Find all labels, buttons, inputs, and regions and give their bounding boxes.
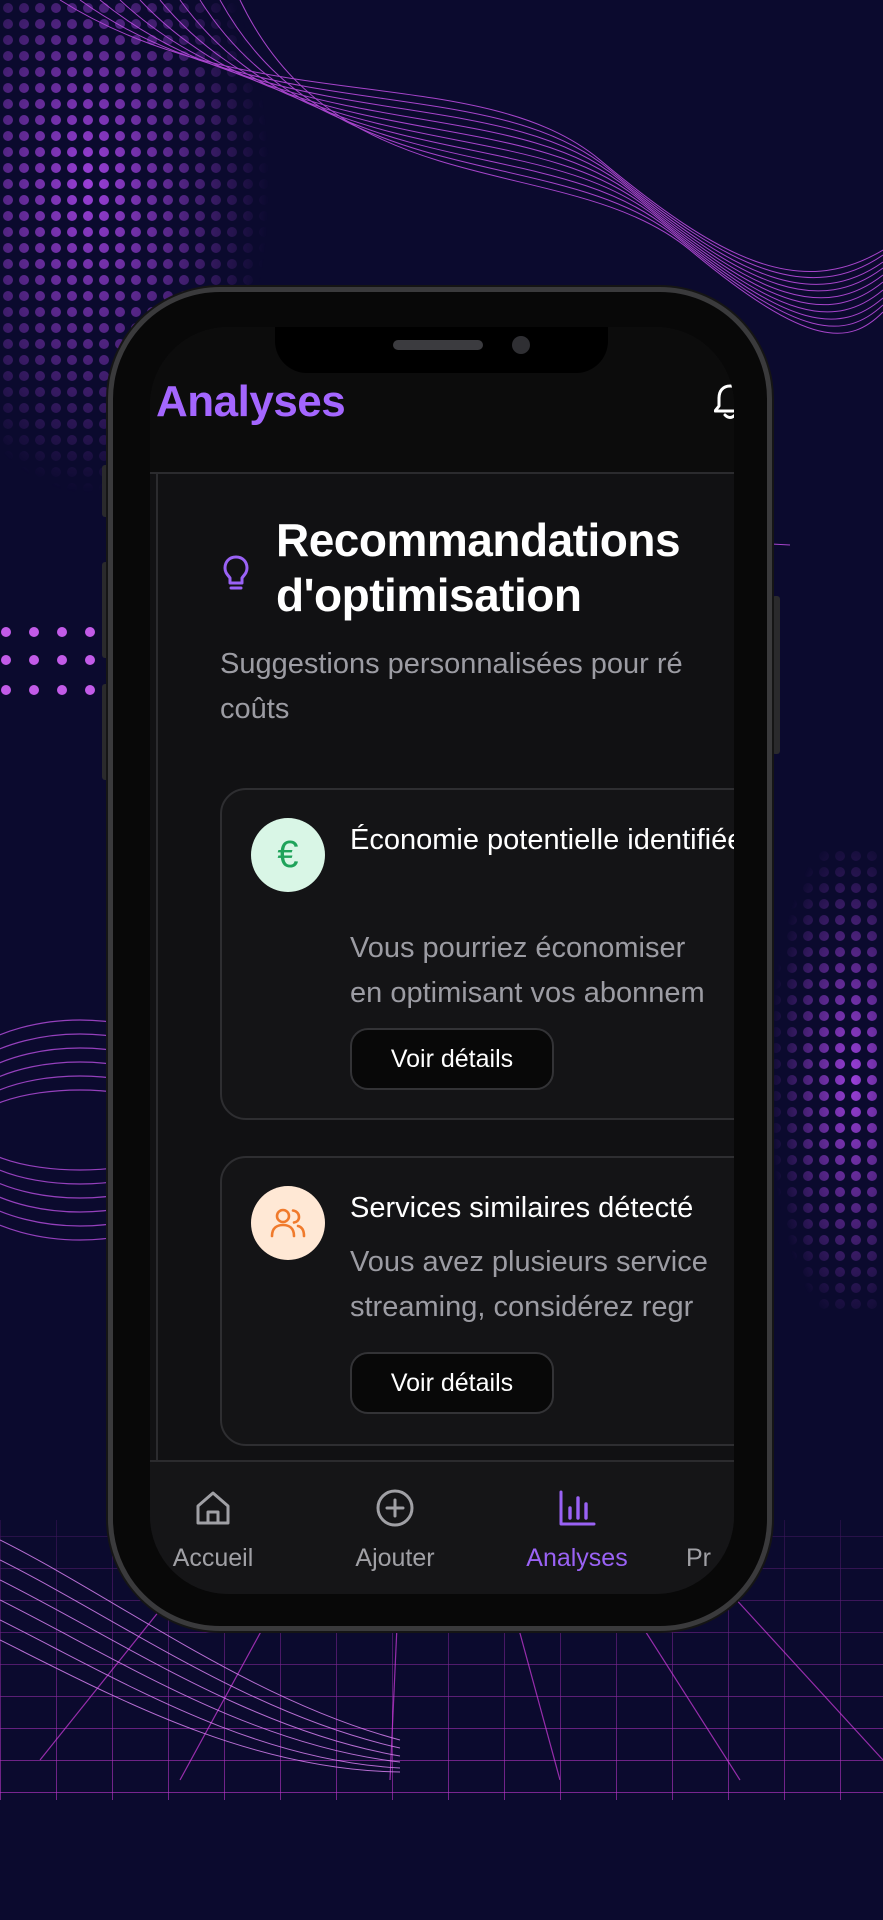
phone-power-button <box>772 596 780 754</box>
view-details-button[interactable]: Voir détails <box>350 1028 554 1090</box>
tab-accueil[interactable]: Accueil <box>150 1462 288 1594</box>
recommendation-title: Économie potentielle identifiée <box>350 824 734 856</box>
section-subtitle: Suggestions personnalisées pour ré coûts <box>220 648 683 725</box>
front-camera <box>512 336 530 354</box>
phone-notch <box>275 327 608 373</box>
main-content: Recommandations d'optimisation Suggestio… <box>150 474 734 1474</box>
recommendation-description: Vous pourriez économiser en optimisant v… <box>350 932 705 1009</box>
bar-chart-icon <box>559 1490 596 1526</box>
tab-analyses[interactable]: Analyses <box>502 1462 652 1594</box>
lightbulb-icon <box>223 555 249 590</box>
bottom-tab-bar: Accueil Ajouter Analyses Pr <box>150 1460 734 1594</box>
recommendations-card: Recommandations d'optimisation Suggestio… <box>156 474 734 1474</box>
users-icon <box>251 1186 325 1260</box>
euro-icon: € <box>251 818 325 892</box>
recommendation-title: Services similaires détecté <box>350 1192 694 1224</box>
tab-label: Accueil <box>172 1544 254 1572</box>
view-details-button[interactable]: Voir détails <box>350 1352 554 1414</box>
recommendation-card-similar-services[interactable]: Services similaires détecté Vous avez pl… <box>220 1156 734 1446</box>
tab-profile[interactable]: Pr <box>684 1462 734 1594</box>
header-bar: Analyses <box>150 327 734 472</box>
tab-label: Analyses <box>526 1544 628 1572</box>
recommendation-card-savings[interactable]: € Économie potentielle identifiée Vous p… <box>220 788 734 1120</box>
app-screen: Analyses Recommandations d'optimisation … <box>150 327 734 1594</box>
section-title: Recommandations d'optimisation <box>276 514 681 621</box>
tab-label: Ajouter <box>355 1544 435 1572</box>
plus-circle-icon <box>376 1489 414 1527</box>
page-title: Analyses <box>156 377 346 426</box>
speaker-grille <box>393 340 483 350</box>
tab-label: Pr <box>686 1544 711 1572</box>
tab-ajouter[interactable]: Ajouter <box>320 1462 470 1594</box>
recommendation-description: Vous avez plusieurs service streaming, c… <box>350 1246 708 1323</box>
home-icon <box>196 1491 230 1525</box>
bell-icon[interactable] <box>714 383 734 421</box>
